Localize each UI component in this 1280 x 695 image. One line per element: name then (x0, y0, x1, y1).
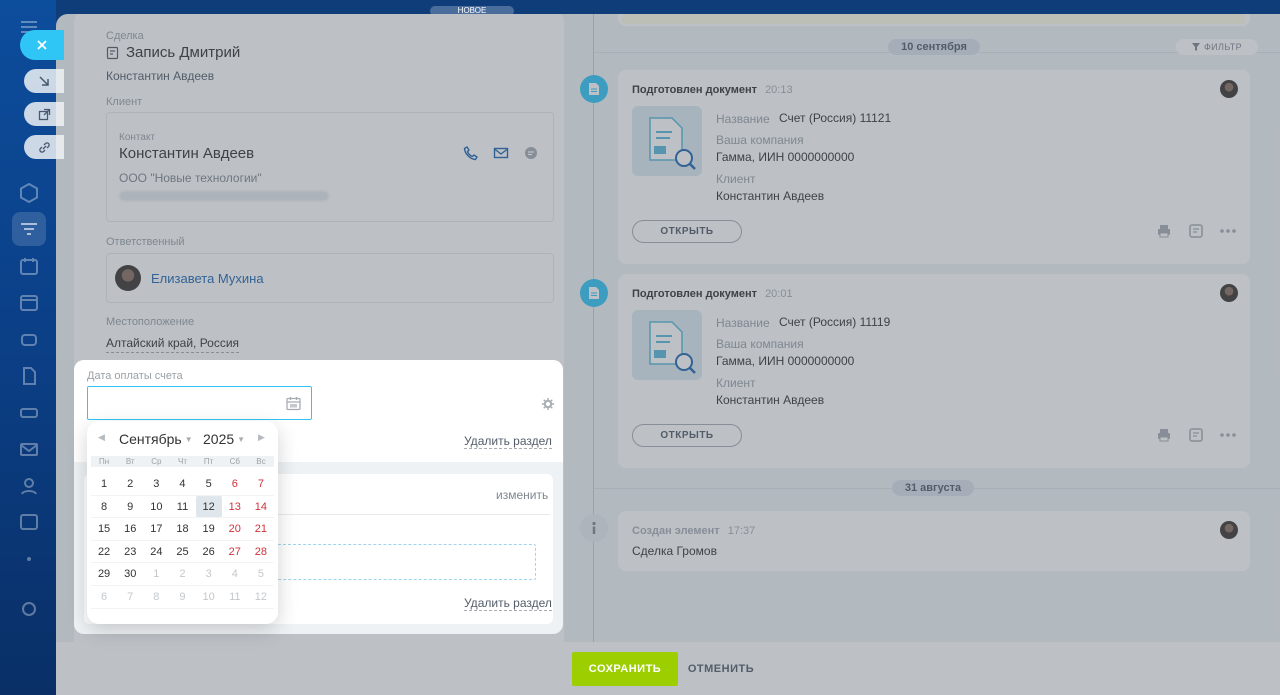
nav-hexagon-icon[interactable] (18, 182, 40, 204)
calendar-day[interactable]: 10 (195, 586, 222, 609)
nav-filter-icon[interactable] (18, 218, 40, 240)
save-button[interactable]: СОХРАНИТЬ (572, 652, 678, 686)
calendar-day[interactable]: 8 (143, 586, 170, 609)
calendar-day[interactable]: 29 (91, 563, 118, 586)
calendar-icon[interactable] (286, 396, 301, 411)
calendar-day[interactable]: 1 (91, 473, 118, 496)
close-slider-button[interactable] (20, 30, 64, 60)
external-link-icon (38, 108, 50, 120)
calendar-day[interactable]: 16 (117, 518, 144, 541)
nav-more-icon[interactable] (18, 548, 40, 570)
nav-robot-icon[interactable] (18, 328, 40, 350)
calendar-day[interactable]: 21 (247, 518, 274, 541)
calendar-year-select[interactable]: 2025 ▼ (203, 431, 245, 447)
link-icon (38, 141, 50, 153)
calendar-day[interactable]: 11 (169, 496, 196, 519)
weekday-label: Пн (98, 457, 110, 466)
calendar-day[interactable]: 25 (169, 541, 196, 564)
nav-contacts-icon[interactable] (18, 475, 40, 497)
calendar-day[interactable]: 2 (169, 563, 196, 586)
calendar-day[interactable]: 5 (195, 473, 222, 496)
nav-schedule-icon[interactable] (18, 291, 40, 313)
nav-document-icon[interactable] (18, 365, 40, 387)
calendar-day[interactable]: 4 (169, 473, 196, 496)
calendar-day[interactable]: 23 (117, 541, 144, 564)
calendar-day[interactable]: 3 (143, 473, 170, 496)
minimize-button[interactable] (24, 69, 64, 93)
date-picker-popup: ◀ Сентябрь ▼ 2025 ▼ ▶ Пн Вт Ср Чт Пт Сб Вс 12345… (87, 421, 278, 624)
calendar-day[interactable]: 18 (169, 518, 196, 541)
weekday-label: Пт (203, 457, 214, 466)
weekday-label: Ср (151, 457, 162, 466)
delete-section-link-2[interactable]: Удалить раздел (464, 596, 552, 611)
calendar-day[interactable]: 11 (221, 586, 248, 609)
delete-section-link[interactable]: Удалить раздел (464, 434, 552, 449)
calendar-day[interactable]: 14 (247, 496, 274, 519)
calendar-day[interactable]: 12 (247, 586, 274, 609)
calendar-day[interactable]: 26 (195, 541, 222, 564)
cancel-button[interactable]: ОТМЕНИТЬ (686, 652, 756, 686)
section-divider (276, 514, 550, 515)
weekday-label: Чт (177, 457, 187, 466)
calendar-day[interactable]: 7 (247, 473, 274, 496)
calendar-day[interactable]: 2 (117, 473, 144, 496)
copy-link-button[interactable] (24, 135, 64, 159)
calendar-day[interactable]: 4 (221, 563, 248, 586)
calendar-day-today[interactable]: 12 (195, 495, 222, 519)
open-new-window-button[interactable] (24, 102, 64, 126)
calendar-day[interactable]: 17 (143, 518, 170, 541)
calendar-day[interactable]: 3 (195, 563, 222, 586)
calendar-day[interactable]: 15 (91, 518, 118, 541)
calendar-day[interactable]: 13 (221, 496, 248, 519)
calendar-day[interactable]: 20 (221, 518, 248, 541)
calendar-day[interactable]: 5 (247, 563, 274, 586)
arrow-down-right-icon (38, 75, 49, 86)
calendar-day[interactable]: 6 (91, 586, 118, 609)
secondary-field-input[interactable] (276, 544, 536, 580)
calendar-day[interactable]: 7 (117, 586, 144, 609)
payment-date-input[interactable] (87, 386, 312, 420)
calendar-day[interactable]: 27 (221, 541, 248, 564)
next-month-arrow-icon[interactable]: ▶ (258, 432, 265, 443)
calendar-day[interactable]: 9 (169, 586, 196, 609)
prev-month-arrow-icon[interactable]: ◀ (98, 432, 105, 443)
calendar-weekday-row: Пн Вт Ср Чт Пт Сб Вс (91, 456, 274, 467)
payment-date-label: Дата оплаты счета (87, 370, 183, 382)
field-settings-gear-icon[interactable] (542, 397, 554, 410)
nav-apps-icon[interactable] (18, 511, 40, 533)
calendar-day[interactable]: 28 (247, 541, 274, 564)
nav-calendar-icon[interactable] (18, 255, 40, 277)
change-section-link[interactable]: изменить (496, 488, 548, 502)
weekday-label: Вс (256, 457, 266, 466)
calendar-day-grid: 1 2 3 4 5 6 7 8 9 10 11 12 13 14 15 16 17 18 19 20 21 22 23 24 2… (91, 473, 274, 609)
calendar-day[interactable]: 1 (143, 563, 170, 586)
nav-mail-icon[interactable] (18, 438, 40, 460)
calendar-day[interactable]: 30 (117, 563, 144, 586)
calendar-day[interactable]: 24 (143, 541, 170, 564)
form-footer: СОХРАНИТЬ ОТМЕНИТЬ (56, 642, 1280, 695)
calendar-day[interactable]: 6 (221, 473, 248, 496)
calendar-day[interactable]: 19 (195, 518, 222, 541)
calendar-month-select[interactable]: Сентябрь ▼ (119, 431, 193, 447)
calendar-header: ◀ Сентябрь ▼ 2025 ▼ ▶ (87, 429, 278, 451)
weekday-label: Сб (229, 457, 240, 466)
calendar-day[interactable]: 8 (91, 496, 118, 519)
calendar-day[interactable]: 22 (91, 541, 118, 564)
calendar-day[interactable]: 9 (117, 496, 144, 519)
nav-drive-icon[interactable] (18, 401, 40, 423)
calendar-day[interactable]: 10 (143, 496, 170, 519)
close-icon (37, 40, 47, 50)
weekday-label: Вт (125, 457, 135, 466)
nav-settings-icon[interactable] (18, 598, 40, 620)
